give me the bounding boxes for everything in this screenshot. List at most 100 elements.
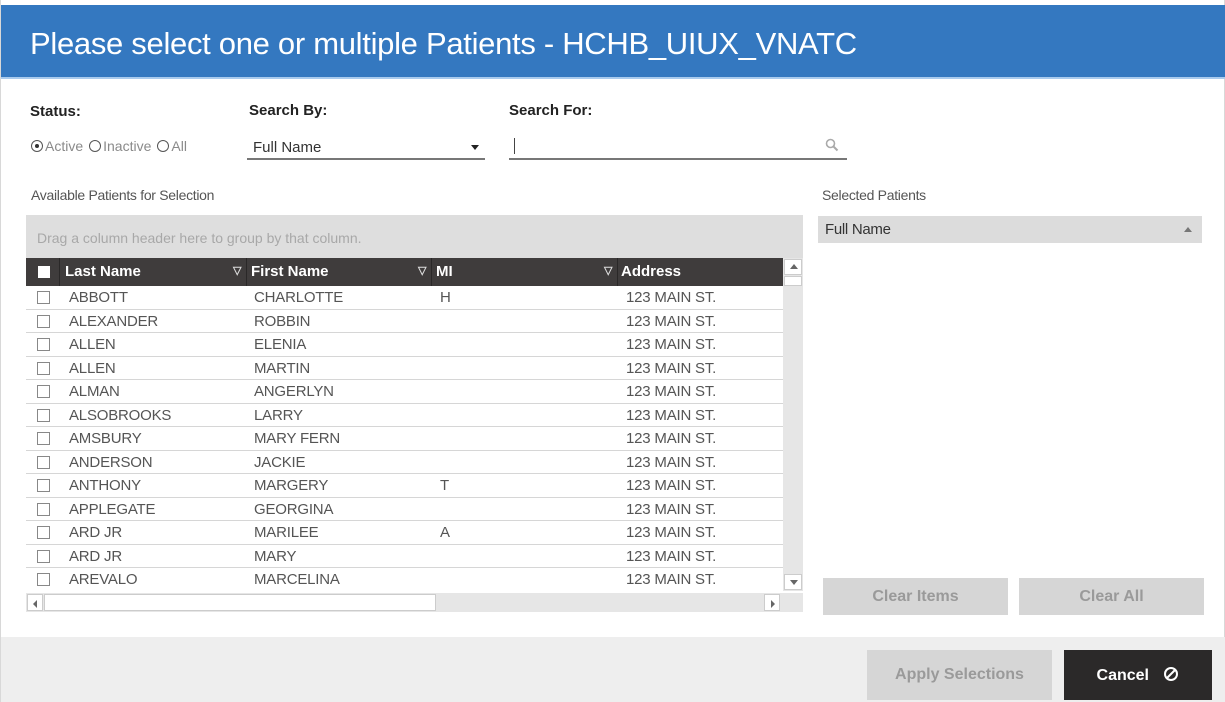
cell-last-name: ARD JR [69, 524, 122, 541]
selected-patients-header[interactable]: Full Name [818, 216, 1202, 243]
cell-address: 123 MAIN ST. [626, 406, 717, 424]
grid-horizontal-scrollbar[interactable] [26, 593, 803, 612]
scroll-down-button[interactable] [784, 574, 802, 590]
radio-unselected-icon [157, 140, 170, 152]
cell-address: 123 MAIN ST. [626, 571, 717, 588]
table-row[interactable]: ALEXANDER ROBBIN 123 MAIN ST. [26, 310, 783, 333]
table-row[interactable]: ALLEN MARTIN 123 MAIN ST. [26, 357, 783, 380]
radio-label: Active [45, 138, 84, 154]
grid-header: Last Name ▽ First Name ▽ MI ▽ Address [26, 258, 783, 286]
cell-address: 123 MAIN ST. [626, 524, 717, 541]
table-row[interactable]: ARD JR MARILEE A 123 MAIN ST. [26, 521, 783, 545]
row-checkbox[interactable] [37, 573, 50, 586]
cell-address: 123 MAIN ST. [626, 336, 717, 353]
scroll-thumb[interactable] [44, 594, 436, 611]
cell-first-name: ROBBIN [254, 312, 311, 330]
filter-icon[interactable]: ▽ [233, 264, 241, 277]
group-by-panel[interactable]: Drag a column header here to group by th… [26, 215, 803, 258]
cell-first-name: JACKIE [254, 453, 306, 471]
row-checkbox[interactable] [37, 385, 50, 398]
table-row[interactable]: ANTHONY MARGERY T 123 MAIN ST. [26, 474, 783, 498]
cell-last-name: AREVALO [69, 571, 138, 588]
cell-first-name: MARY [254, 547, 297, 565]
search-for-label: Search For: [509, 102, 593, 119]
table-row[interactable]: ABBOTT CHARLOTTE H 123 MAIN ST. [26, 286, 783, 310]
cell-first-name: MARY FERN [254, 430, 340, 447]
cancel-icon [1164, 666, 1179, 681]
cell-mi: H [440, 289, 451, 306]
search-by-dropdown[interactable]: Full Name [247, 134, 485, 160]
row-checkbox[interactable] [37, 455, 50, 469]
table-row[interactable]: ALSOBROOKS LARRY 123 MAIN ST. [26, 404, 783, 427]
column-header-mi[interactable]: MI [436, 263, 453, 280]
row-checkbox[interactable] [37, 338, 50, 351]
clear-items-button[interactable]: Clear Items [823, 578, 1008, 615]
arrow-left-icon [33, 600, 37, 608]
row-checkbox[interactable] [37, 526, 50, 539]
cell-address: 123 MAIN ST. [626, 453, 717, 471]
status-radio-inactive[interactable]: Inactive [89, 138, 151, 154]
search-icon[interactable] [825, 138, 839, 152]
radio-label: All [171, 138, 187, 154]
row-checkbox[interactable] [37, 361, 50, 375]
grid-vertical-scrollbar[interactable] [783, 258, 803, 591]
arrow-right-icon [771, 600, 775, 608]
cell-first-name: MARTIN [254, 359, 311, 377]
cell-address: 123 MAIN ST. [626, 430, 717, 447]
cancel-label: Cancel [1096, 666, 1149, 684]
apply-selections-button[interactable]: Apply Selections [867, 650, 1052, 700]
cell-first-name: MARCELINA [254, 571, 340, 588]
text-cursor [514, 138, 515, 154]
cell-first-name: CHARLOTTE [254, 289, 344, 306]
clear-all-button[interactable]: Clear All [1019, 578, 1204, 615]
table-row[interactable]: ARD JR MARY 123 MAIN ST. [26, 545, 783, 568]
table-row[interactable]: ALMAN ANGERLYN 123 MAIN ST. [26, 380, 783, 404]
arrow-down-icon [790, 580, 798, 585]
cell-last-name: ALLEN [69, 336, 116, 353]
column-header-last-name[interactable]: Last Name [65, 263, 141, 280]
row-checkbox[interactable] [37, 291, 50, 304]
row-checkbox[interactable] [37, 549, 50, 563]
radio-label: Inactive [103, 138, 152, 154]
radio-unselected-icon [89, 140, 102, 152]
patient-select-dialog: Please select one or multiple Patients -… [0, 0, 1225, 702]
cell-address: 123 MAIN ST. [626, 500, 717, 518]
table-row[interactable]: ANDERSON JACKIE 123 MAIN ST. [26, 451, 783, 474]
scroll-right-button[interactable] [764, 594, 780, 611]
column-header-address[interactable]: Address [621, 263, 681, 280]
scroll-left-button[interactable] [27, 594, 43, 611]
select-all-checkbox[interactable] [38, 266, 50, 278]
row-checkbox[interactable] [37, 479, 50, 492]
table-row[interactable]: APPLEGATE GEORGINA 123 MAIN ST. [26, 498, 783, 521]
table-row[interactable]: AMSBURY MARY FERN 123 MAIN ST. [26, 427, 783, 451]
cell-address: 123 MAIN ST. [626, 383, 717, 400]
search-by-label: Search By: [249, 102, 328, 119]
cancel-button[interactable]: Cancel [1064, 650, 1212, 700]
filter-icon[interactable]: ▽ [604, 264, 612, 277]
table-row[interactable]: ALLEN ELENIA 123 MAIN ST. [26, 333, 783, 357]
cell-last-name: ALSOBROOKS [69, 406, 172, 424]
row-checkbox[interactable] [37, 502, 50, 516]
cell-mi: T [440, 477, 449, 494]
table-row[interactable]: AREVALO MARCELINA 123 MAIN ST. [26, 568, 783, 591]
cell-first-name: ANGERLYN [254, 383, 334, 400]
row-checkbox[interactable] [37, 432, 50, 445]
status-radio-all[interactable]: All [157, 138, 187, 154]
row-checkbox[interactable] [37, 408, 50, 422]
available-patients-grid: Last Name ▽ First Name ▽ MI ▽ Address AB… [26, 258, 783, 591]
cell-first-name: ELENIA [254, 336, 307, 353]
status-radio-active[interactable]: Active [31, 138, 83, 154]
sort-ascending-icon [1184, 227, 1192, 232]
cell-address: 123 MAIN ST. [626, 477, 717, 494]
cell-first-name: GEORGINA [254, 500, 334, 518]
cell-last-name: ANDERSON [69, 453, 153, 471]
cell-last-name: APPLEGATE [69, 500, 156, 518]
scroll-thumb[interactable] [784, 276, 802, 286]
filter-icon[interactable]: ▽ [418, 264, 426, 277]
cell-last-name: ANTHONY [69, 477, 141, 494]
cell-last-name: ALLEN [69, 359, 116, 377]
row-checkbox[interactable] [37, 314, 50, 328]
scroll-up-button[interactable] [784, 259, 802, 275]
search-for-input[interactable] [509, 134, 847, 160]
column-header-first-name[interactable]: First Name [251, 263, 329, 280]
